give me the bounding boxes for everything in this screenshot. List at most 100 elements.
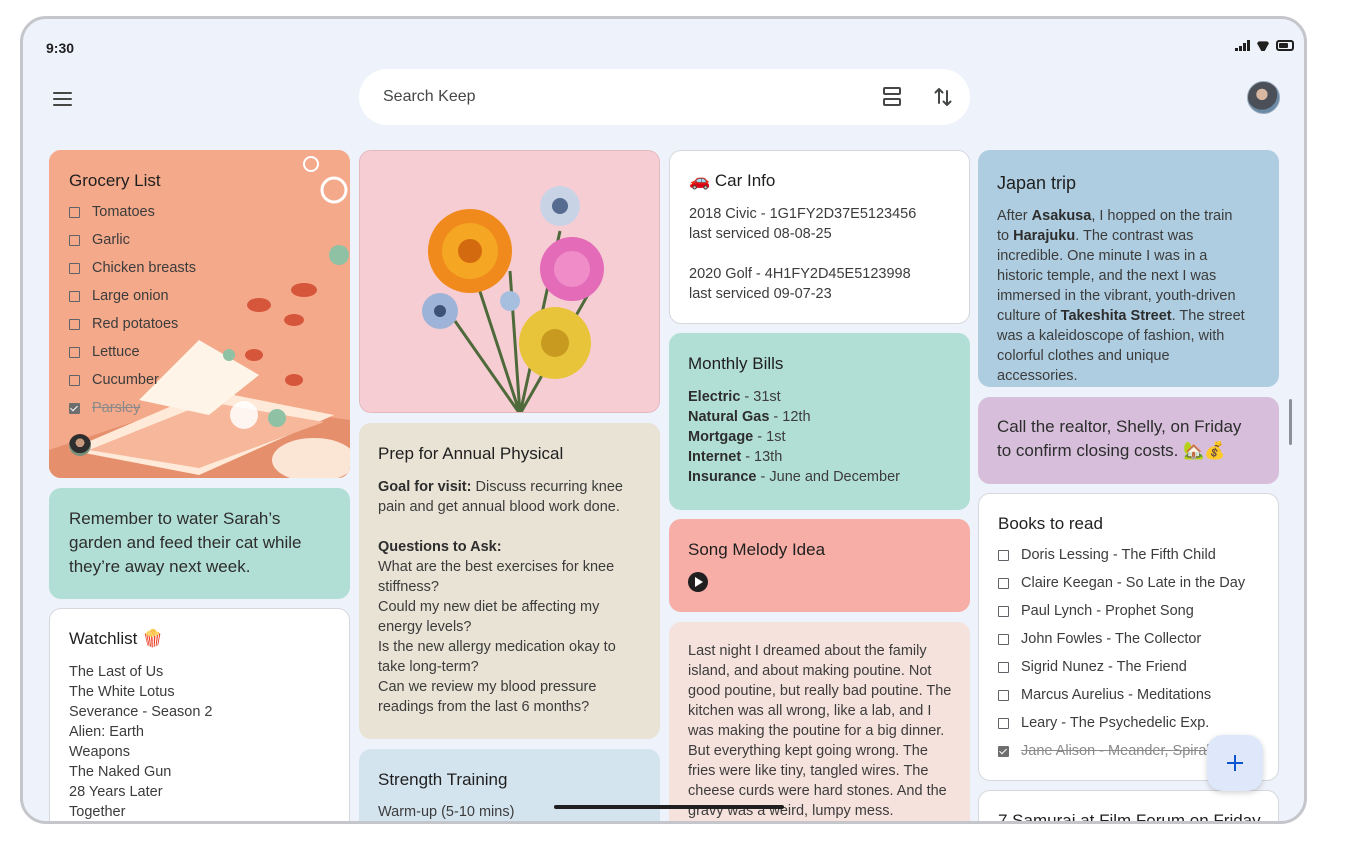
note-strength-training[interactable]: Strength Training Warm-up (5-10 mins) [359, 749, 660, 821]
watchlist-item: The Last of Us [69, 664, 164, 680]
checkbox-icon[interactable] [69, 262, 80, 274]
checklist-item[interactable]: Chicken breasts [69, 254, 339, 282]
checklist-item-label: Doris Lessing - The Fifth Child [1021, 547, 1216, 563]
note-watchlist[interactable]: Watchlist 🍿 The Last of Us The White Lotu… [49, 608, 350, 821]
checkbox-icon[interactable] [998, 549, 1009, 561]
account-avatar[interactable] [1247, 81, 1280, 114]
goal-label: Goal for visit: [378, 479, 472, 495]
checkbox-icon[interactable] [998, 689, 1009, 701]
plus-icon [1227, 755, 1243, 771]
questions-label: Questions to Ask: [378, 539, 502, 555]
checklist-item[interactable]: Lettuce [69, 338, 339, 366]
checkbox-icon[interactable] [69, 346, 80, 358]
checkbox-icon[interactable] [69, 234, 80, 246]
checkbox-icon[interactable] [998, 633, 1009, 645]
bill-label: Electric [688, 389, 741, 405]
checklist-item[interactable]: Red potatoes [69, 310, 339, 338]
checklist-item[interactable]: Garlic [69, 226, 339, 254]
new-note-button[interactable] [1207, 735, 1263, 791]
checklist-item-label: Garlic [92, 232, 130, 248]
note-title: Grocery List [69, 171, 161, 190]
car-line: last serviced 08-08-25 [689, 226, 832, 242]
checkbox-icon[interactable] [69, 290, 80, 302]
note-title: Books to read [998, 514, 1103, 533]
play-icon[interactable] [688, 572, 708, 592]
menu-button[interactable] [53, 88, 79, 110]
watchlist-item: 28 Years Later [69, 784, 163, 800]
checklist-item[interactable]: Sigrid Nunez - The Friend [998, 653, 1268, 681]
note-text: Remember to water Sarah’s garden and fee… [69, 509, 302, 576]
checklist-item[interactable]: John Fowles - The Collector [998, 625, 1268, 653]
note-title: 🚗 Car Info [689, 171, 776, 190]
note-dream[interactable]: Last night I dreamed about the family is… [669, 622, 970, 821]
checkbox-icon[interactable] [69, 374, 80, 386]
checkbox-icon[interactable] [998, 717, 1009, 729]
menu-icon-bar [53, 104, 72, 106]
note-realtor[interactable]: Call the realtor, Shelly, on Friday to c… [978, 397, 1279, 484]
note-title: Prep for Annual Physical [378, 444, 564, 463]
car-line: 2018 Civic - 1G1FY2D37E5123456 [689, 206, 917, 222]
signal-icon [1235, 40, 1250, 51]
checklist-item[interactable]: Parsley [69, 394, 339, 422]
checkbox-icon[interactable] [998, 577, 1009, 589]
checklist-item-label: Jane Alison - Meander, Spiral [1021, 743, 1210, 759]
bill-value: - 31st [740, 389, 781, 405]
collaborator-avatar [69, 434, 91, 456]
scrollbar[interactable] [1289, 399, 1292, 445]
checklist-item[interactable]: Leary - The Psychedelic Exp. [998, 709, 1268, 737]
checkbox-icon[interactable] [998, 661, 1009, 673]
note-text: Last night I dreamed about the family is… [688, 643, 952, 819]
checklist-item-label: Large onion [92, 288, 169, 304]
wifi-icon [1256, 40, 1270, 51]
checklist-item[interactable]: Cucumber [69, 366, 339, 394]
search-bar[interactable]: Search Keep [359, 69, 970, 125]
checklist-item[interactable]: Large onion [69, 282, 339, 310]
bill-value: - 1st [753, 429, 786, 445]
battery-icon [1276, 40, 1294, 51]
bill-label: Insurance [688, 469, 757, 485]
car-line: last serviced 09-07-23 [689, 286, 832, 302]
note-goal: Goal for visit: Discuss recurring knee p… [378, 477, 626, 517]
bill-value: - 13th [741, 449, 783, 465]
checklist-item[interactable]: Tomatoes [69, 198, 339, 226]
bill-label: Natural Gas [688, 409, 770, 425]
tablet-screen: 9:30 Search Keep Grocery List Tomatoes G… [20, 16, 1307, 824]
checklist-item-label: John Fowles - The Collector [1021, 631, 1202, 647]
question-item: What are the best exercises for knee sti… [378, 559, 615, 595]
checklist-item-label: Parsley [92, 400, 141, 416]
bills-list: Electric - 31st Natural Gas - 12th Mortgag… [688, 387, 950, 487]
note-garden-reminder[interactable]: Remember to water Sarah’s garden and fee… [49, 488, 350, 599]
checked-box-icon[interactable] [69, 402, 80, 414]
note-car-info[interactable]: 🚗 Car Info 2018 Civic - 1G1FY2D37E512345… [669, 150, 970, 324]
bill-row: Electric - 31st [688, 387, 950, 407]
note-song-melody[interactable]: Song Melody Idea [669, 519, 970, 612]
watchlist-item: Alien: Earth [69, 724, 144, 740]
status-icons [1235, 40, 1294, 51]
watchlist-items: The Last of Us The White Lotus Severance -… [69, 662, 329, 821]
checklist-item-label: Sigrid Nunez - The Friend [1021, 659, 1187, 675]
note-japan-trip[interactable]: Japan trip After Asakusa, I hopped on th… [978, 150, 1279, 387]
note-title: Strength Training [378, 770, 508, 789]
list-view-icon[interactable] [883, 87, 903, 107]
bill-label: Internet [688, 449, 742, 465]
checkbox-icon[interactable] [69, 206, 80, 218]
checklist-item[interactable]: Paul Lynch - Prophet Song [998, 597, 1268, 625]
search-placeholder[interactable]: Search Keep [383, 88, 476, 106]
checklist-item[interactable]: Claire Keegan - So Late in the Day [998, 569, 1268, 597]
checklist-item[interactable]: Marcus Aurelius - Meditations [998, 681, 1268, 709]
note-grocery-list[interactable]: Grocery List Tomatoes Garlic Chicken breas… [49, 150, 350, 478]
home-indicator[interactable] [554, 805, 784, 809]
note-annual-physical[interactable]: Prep for Annual Physical Goal for visit:… [359, 423, 660, 739]
sort-icon[interactable] [931, 85, 955, 109]
note-monthly-bills[interactable]: Monthly Bills Electric - 31st Natural Gas… [669, 333, 970, 510]
checkbox-icon[interactable] [69, 318, 80, 330]
checkbox-icon[interactable] [998, 605, 1009, 617]
note-samurai[interactable]: 7 Samurai at Film Forum on Friday [978, 790, 1279, 821]
flower-bouquet-image [360, 151, 659, 412]
note-flower-image[interactable] [359, 150, 660, 413]
watchlist-item: The White Lotus [69, 684, 175, 700]
note-title: Monthly Bills [688, 354, 784, 373]
menu-icon-bar [53, 98, 72, 100]
checked-box-icon[interactable] [998, 745, 1009, 757]
checklist-item[interactable]: Doris Lessing - The Fifth Child [998, 541, 1268, 569]
